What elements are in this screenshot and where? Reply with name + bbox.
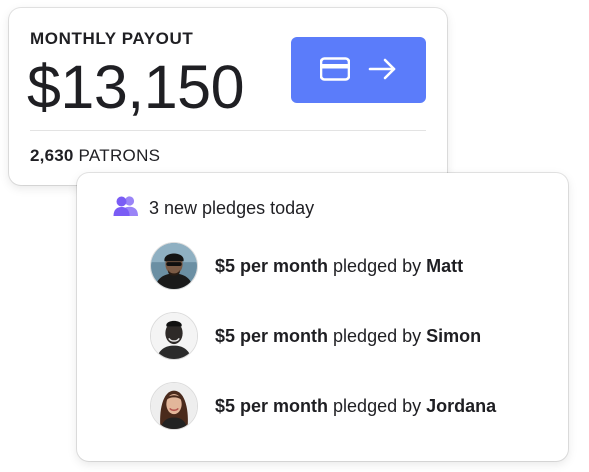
pledge-label: pledged by [333,395,422,416]
pledge-label: pledged by [333,325,422,346]
pledge-text: $5 per month pledged by Jordana [215,396,496,417]
patron-name[interactable]: Simon [426,326,481,346]
pledge-item-simon: $5 per month pledged by Simon [150,311,496,361]
monthly-payout-card: MONTHLY PAYOUT $13,150 2,630 PATRONS [9,8,447,185]
avatar-matt [150,242,198,290]
arrow-right-icon [368,57,398,84]
pledge-item-matt: $5 per month pledged by Matt [150,241,496,291]
patron-name[interactable]: Matt [426,256,463,276]
pledge-text: $5 per month pledged by Matt [215,256,463,277]
payout-button[interactable] [291,37,426,103]
avatar-simon [150,312,198,360]
credit-card-icon [319,56,350,84]
pledge-list: $5 per month pledged by Matt $5 per month p… [150,241,496,451]
pledge-item-jordana: $5 per month pledged by Jordana [150,381,496,431]
new-pledges-card: 3 new pledges today $5 per month pledged … [77,173,568,461]
users-icon [113,195,139,222]
patrons-count: 2,630 [30,146,74,165]
payout-title: MONTHLY PAYOUT [30,29,194,48]
pledge-text: $5 per month pledged by Simon [215,326,481,347]
payout-amount: $13,150 [27,53,245,121]
pledges-header-text: 3 new pledges today [149,198,315,218]
pledge-amount: $5 per month [215,325,329,346]
pledges-header: 3 new pledges today [113,195,314,222]
pledge-amount: $5 per month [215,395,329,416]
avatar-jordana [150,382,198,430]
pledge-amount: $5 per month [215,255,329,276]
pledge-label: pledged by [333,255,422,276]
patrons-summary: 2,630 PATRONS [30,146,160,166]
patron-name[interactable]: Jordana [426,396,496,416]
patrons-label: PATRONS [78,146,161,165]
payout-divider [30,130,426,131]
